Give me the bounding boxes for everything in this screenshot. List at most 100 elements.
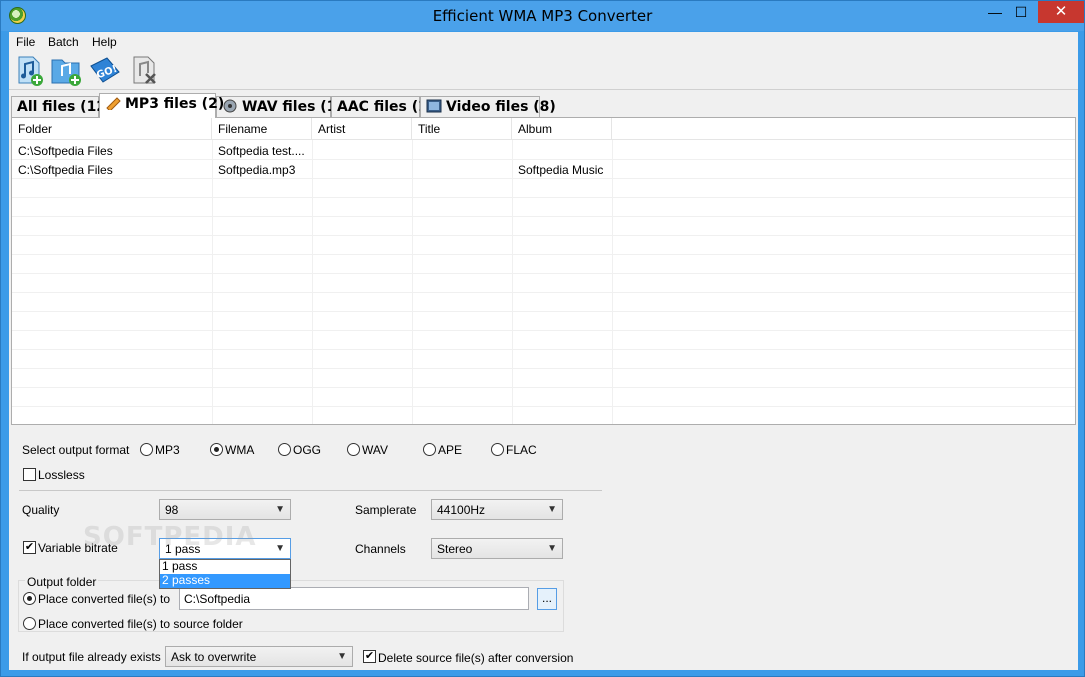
tab-all-files[interactable]: All files (12) — [11, 96, 112, 117]
go-convert-icon: GO! — [90, 57, 120, 83]
format-ogg-radio[interactable] — [278, 443, 291, 456]
divider — [19, 490, 602, 491]
tab-label: Video files (8) — [446, 99, 556, 115]
lossless-checkbox[interactable] — [23, 468, 36, 481]
dropdown-option-2-passes[interactable]: 2 passes — [160, 574, 290, 588]
chevron-down-icon: ▼ — [275, 504, 285, 515]
chevron-down-icon: ▼ — [547, 543, 557, 554]
column-header-album[interactable]: Album — [512, 118, 612, 140]
samplerate-value: 44100Hz — [437, 503, 486, 517]
menu-batch[interactable]: Batch — [48, 35, 79, 49]
empty-row — [12, 198, 1075, 217]
cell-artist — [312, 160, 412, 179]
vbr-passes-dropdown: 1 pass 2 passes — [159, 559, 291, 589]
variable-bitrate-checkbox[interactable]: ✔ — [23, 541, 36, 554]
format-wav-radio[interactable] — [347, 443, 360, 456]
cell-artist — [312, 141, 412, 160]
app-window: Efficient WMA MP3 Converter — ☐ ✕ File B… — [0, 0, 1085, 677]
if-exists-label: If output file already exists — [22, 650, 161, 664]
empty-row — [12, 331, 1075, 350]
samplerate-select[interactable]: 44100Hz ▼ — [431, 499, 563, 520]
if-exists-select[interactable]: Ask to overwrite ▼ — [165, 646, 353, 667]
cell-title — [412, 141, 512, 160]
samplerate-label: Samplerate — [355, 503, 417, 517]
toolbar: GO! — [9, 52, 1078, 90]
empty-row — [12, 312, 1075, 331]
tab-label: WAV files (1) — [242, 99, 343, 115]
chevron-down-icon: ▼ — [547, 504, 557, 515]
format-ape-label[interactable]: APE — [438, 443, 462, 457]
output-format-label: Select output format — [22, 443, 130, 457]
empty-row — [12, 179, 1075, 198]
format-mp3-radio[interactable] — [140, 443, 153, 456]
title-bar[interactable]: Efficient WMA MP3 Converter — ☐ ✕ — [1, 1, 1084, 31]
tab-aac-files[interactable]: AAC files (1) — [331, 96, 434, 117]
column-header-filename[interactable]: Filename — [212, 118, 312, 140]
format-wav-label[interactable]: WAV — [362, 443, 388, 457]
convert-go-button[interactable]: GO! — [87, 54, 123, 88]
empty-row — [12, 350, 1075, 369]
format-flac-radio[interactable] — [491, 443, 504, 456]
menu-help[interactable]: Help — [92, 35, 117, 49]
source-folder-label[interactable]: Place converted file(s) to source folder — [38, 617, 243, 631]
format-ogg-label[interactable]: OGG — [293, 443, 321, 457]
delete-source-checkbox[interactable]: ✔ — [363, 650, 376, 663]
window-title: Efficient WMA MP3 Converter — [432, 7, 653, 25]
tab-mp3-files[interactable]: MP3 files (2) — [99, 93, 224, 118]
if-exists-value: Ask to overwrite — [171, 650, 257, 664]
empty-row — [12, 388, 1075, 407]
channels-label: Channels — [355, 542, 406, 556]
file-list-header: Folder Filename Artist Title Album — [12, 118, 1075, 140]
column-header-folder[interactable]: Folder — [12, 118, 212, 140]
column-header-title[interactable]: Title — [412, 118, 512, 140]
close-button[interactable]: ✕ — [1038, 1, 1084, 23]
lossless-label[interactable]: Lossless — [38, 468, 85, 482]
output-path-input[interactable]: C:\Softpedia — [179, 587, 529, 610]
browse-button[interactable]: ... — [537, 588, 557, 610]
add-folder-button[interactable] — [48, 54, 84, 88]
channels-value: Stereo — [437, 542, 473, 556]
channels-select[interactable]: Stereo ▼ — [431, 538, 563, 559]
empty-row — [12, 407, 1075, 424]
format-mp3-label[interactable]: MP3 — [155, 443, 180, 457]
quality-value: 98 — [165, 503, 179, 517]
empty-row — [12, 369, 1075, 388]
remove-file-button[interactable] — [126, 54, 162, 88]
cell-album: Softpedia Music — [518, 163, 604, 177]
place-to-label[interactable]: Place converted file(s) to — [38, 592, 170, 606]
menu-bar: File Batch Help — [9, 32, 1078, 52]
table-row[interactable]: C:\Softpedia Files Softpedia.mp3 Softped… — [12, 160, 1075, 179]
cell-filename: Softpedia.mp3 — [218, 163, 296, 177]
remove-file-icon — [133, 56, 156, 84]
empty-row — [12, 255, 1075, 274]
file-list[interactable]: Folder Filename Artist Title Album C:\So… — [11, 117, 1076, 425]
client-area: File Batch Help GO! All files (12) MP3 f… — [9, 32, 1078, 670]
softpedia-watermark: SOFTPEDIA — [83, 522, 257, 552]
add-file-icon — [18, 56, 43, 86]
conversion-settings-panel: Select output format MP3 WMA OGG WAV APE… — [11, 426, 1076, 670]
quality-select[interactable]: 98 ▼ — [159, 499, 291, 520]
maximize-button[interactable]: ☐ — [1006, 1, 1036, 23]
tab-wav-files[interactable]: WAV files (1) — [216, 96, 343, 117]
dropdown-option-1-pass[interactable]: 1 pass — [160, 560, 290, 574]
format-ape-radio[interactable] — [423, 443, 436, 456]
cell-title — [412, 160, 512, 179]
mp3-icon — [105, 96, 121, 112]
format-wma-radio[interactable] — [210, 443, 223, 456]
chevron-down-icon: ▼ — [275, 543, 285, 554]
cell-folder: C:\Softpedia Files — [18, 144, 113, 158]
place-to-radio[interactable] — [23, 592, 36, 605]
table-row[interactable]: C:\Softpedia Files Softpedia test.... — [12, 141, 1075, 160]
format-flac-label[interactable]: FLAC — [506, 443, 537, 457]
cell-folder: C:\Softpedia Files — [18, 163, 113, 177]
cell-filename: Softpedia test.... — [218, 144, 305, 158]
source-folder-radio[interactable] — [23, 617, 36, 630]
empty-row — [12, 293, 1075, 312]
format-wma-label[interactable]: WMA — [225, 443, 254, 457]
column-header-artist[interactable]: Artist — [312, 118, 412, 140]
add-file-button[interactable] — [11, 54, 47, 88]
menu-file[interactable]: File — [16, 35, 35, 49]
tab-video-files[interactable]: Video files (8) — [420, 96, 556, 117]
delete-source-label[interactable]: Delete source file(s) after conversion — [378, 651, 573, 665]
quality-label: Quality — [22, 503, 60, 517]
